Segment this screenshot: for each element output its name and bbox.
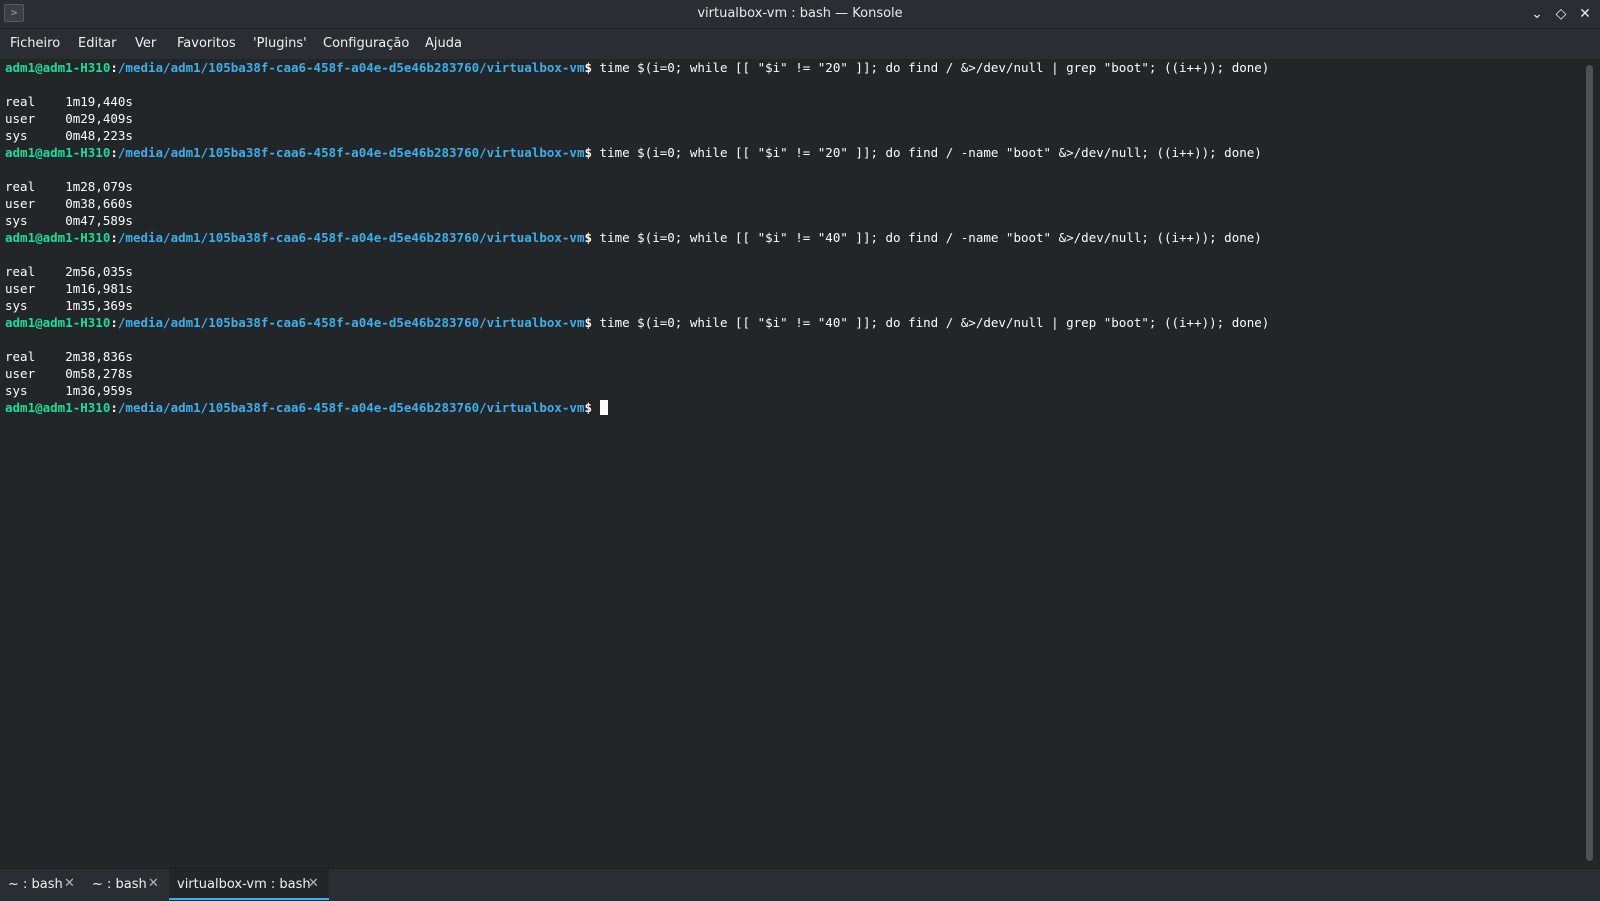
close-tab-icon[interactable]: ✕ <box>64 876 75 891</box>
menu-editar[interactable]: Editar <box>78 36 117 51</box>
prompt-user: adm1@adm1-H310 <box>5 400 111 415</box>
menu-ver[interactable]: Ver <box>135 36 156 51</box>
menu-bar: Ficheiro Editar Ver Favoritos 'Plugins' … <box>0 29 1600 59</box>
output-line: real 1m28,079s <box>5 179 133 194</box>
output-line: user 0m29,409s <box>5 111 133 126</box>
menu-ajuda[interactable]: Ajuda <box>425 36 462 51</box>
menu-plugins[interactable]: 'Plugins' <box>253 36 307 51</box>
close-icon[interactable]: ✕ <box>1575 4 1595 24</box>
text-cursor <box>599 400 608 415</box>
prompt-path: /media/adm1/105ba38f-caa6-458f-a04e-d5e4… <box>117 400 585 415</box>
prompt-path: /media/adm1/105ba38f-caa6-458f-a04e-d5e4… <box>117 315 585 330</box>
prompt-user: adm1@adm1-H310 <box>5 230 111 245</box>
tab-bash-2[interactable]: ~ : bash ✕ <box>84 869 166 900</box>
prompt-path: /media/adm1/105ba38f-caa6-458f-a04e-d5e4… <box>117 230 585 245</box>
command-text: time $(i=0; while [[ "$i" != "20" ]]; do… <box>592 60 1270 75</box>
command-text: time $(i=0; while [[ "$i" != "20" ]]; do… <box>592 145 1262 160</box>
output-line: sys 1m36,959s <box>5 383 133 398</box>
minimize-icon[interactable]: ⌄ <box>1527 4 1547 24</box>
prompt-line: adm1@adm1-H310:/media/adm1/105ba38f-caa6… <box>5 230 1262 245</box>
scrollbar[interactable] <box>1582 59 1600 867</box>
close-tab-icon[interactable]: ✕ <box>308 876 319 891</box>
terminal-output[interactable]: adm1@adm1-H310:/media/adm1/105ba38f-caa6… <box>0 59 1582 867</box>
output-line: sys 0m47,589s <box>5 213 133 228</box>
tab-virtualbox-vm[interactable]: virtualbox-vm : bash ✕ <box>169 869 329 900</box>
command-text: time $(i=0; while [[ "$i" != "40" ]]; do… <box>592 230 1262 245</box>
current-prompt-line[interactable]: adm1@adm1-H310:/media/adm1/105ba38f-caa6… <box>5 399 608 416</box>
output-line: real 1m19,440s <box>5 94 133 109</box>
tab-label: ~ : bash <box>92 877 147 892</box>
command-text: time $(i=0; while [[ "$i" != "40" ]]; do… <box>592 315 1270 330</box>
scrollbar-thumb[interactable] <box>1586 65 1593 861</box>
tab-label: virtualbox-vm : bash <box>177 877 311 892</box>
tab-bar: ~ : bash ✕ ~ : bash ✕ virtualbox-vm : ba… <box>0 868 1600 901</box>
prompt-line: adm1@adm1-H310:/media/adm1/105ba38f-caa6… <box>5 145 1262 160</box>
output-line: sys 0m48,223s <box>5 128 133 143</box>
prompt-user: adm1@adm1-H310 <box>5 60 111 75</box>
prompt-user: adm1@adm1-H310 <box>5 315 111 330</box>
output-line: sys 1m35,369s <box>5 298 133 313</box>
tab-label: ~ : bash <box>8 877 63 892</box>
output-line: real 2m38,836s <box>5 349 133 364</box>
maximize-icon[interactable]: ◇ <box>1551 4 1571 24</box>
output-line: user 1m16,981s <box>5 281 133 296</box>
prompt-line: adm1@adm1-H310:/media/adm1/105ba38f-caa6… <box>5 60 1270 75</box>
prompt-path: /media/adm1/105ba38f-caa6-458f-a04e-d5e4… <box>117 145 585 160</box>
prompt-line: adm1@adm1-H310:/media/adm1/105ba38f-caa6… <box>5 315 1270 330</box>
menu-favoritos[interactable]: Favoritos <box>177 36 236 51</box>
close-tab-icon[interactable]: ✕ <box>148 876 159 891</box>
output-line: real 2m56,035s <box>5 264 133 279</box>
output-line: user 0m58,278s <box>5 366 133 381</box>
prompt-user: adm1@adm1-H310 <box>5 145 111 160</box>
output-line: user 0m38,660s <box>5 196 133 211</box>
window-title: virtualbox-vm : bash — Konsole <box>697 6 903 21</box>
tab-bash-1[interactable]: ~ : bash ✕ <box>0 869 82 900</box>
title-bar: > virtualbox-vm : bash — Konsole ⌄ ◇ ✕ <box>0 0 1600 29</box>
prompt-path: /media/adm1/105ba38f-caa6-458f-a04e-d5e4… <box>117 60 585 75</box>
menu-configuracao[interactable]: Configuração <box>323 36 409 51</box>
menu-ficheiro[interactable]: Ficheiro <box>10 36 60 51</box>
